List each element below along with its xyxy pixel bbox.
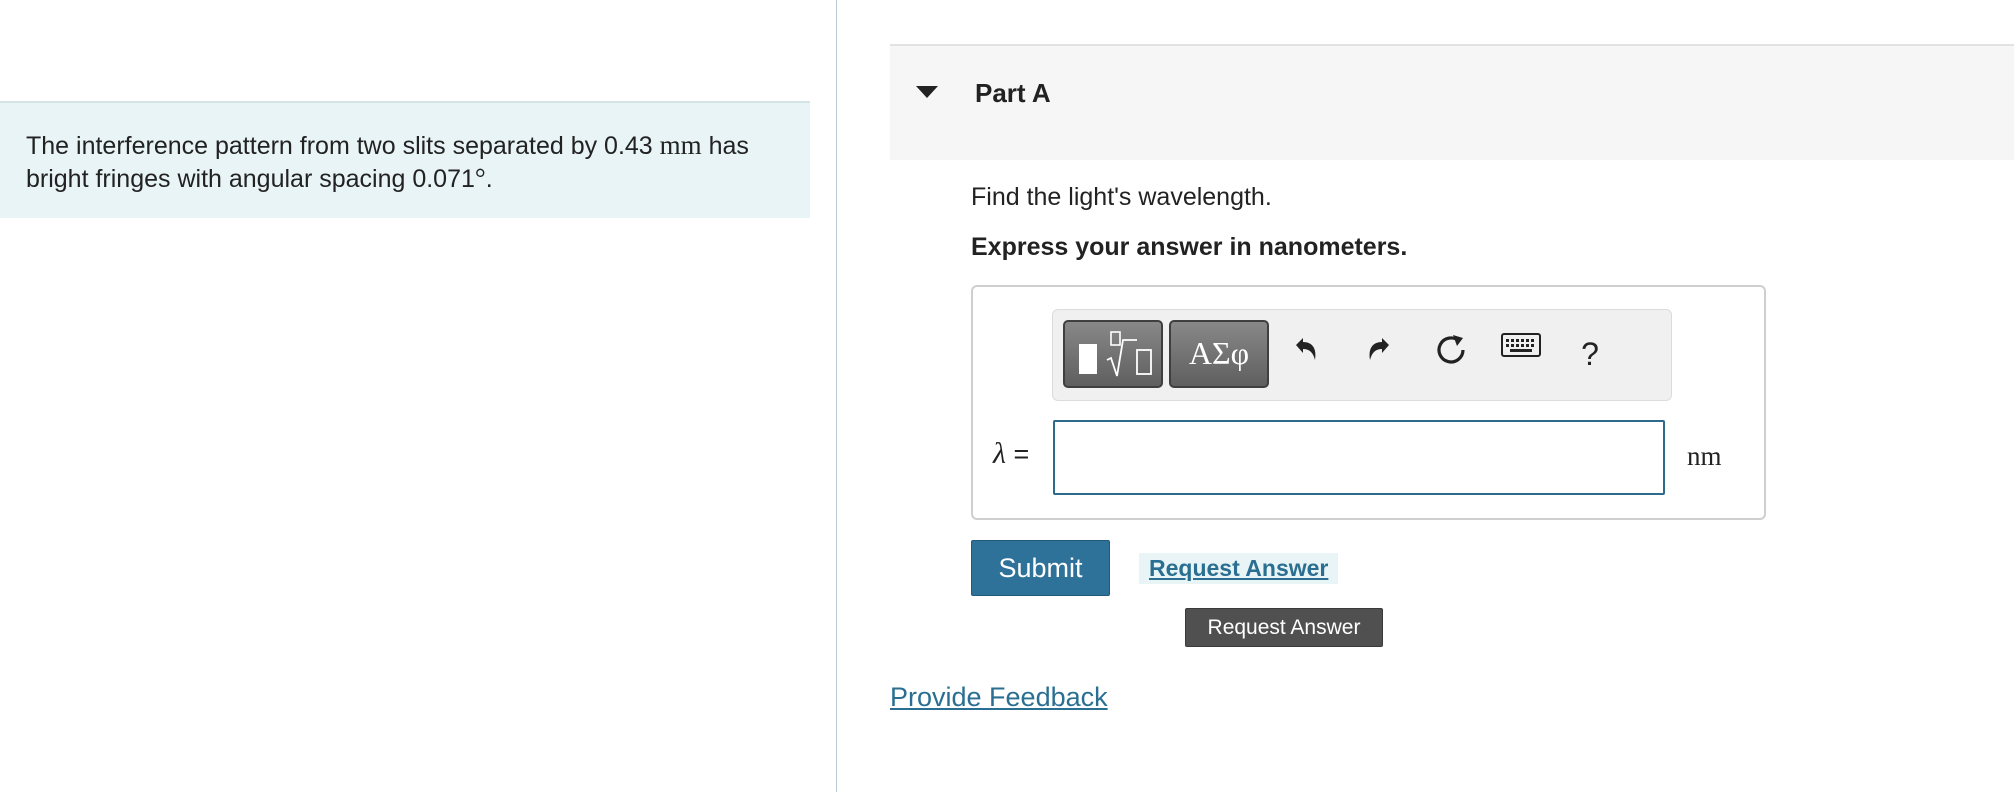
redo-icon[interactable] bbox=[1358, 332, 1402, 376]
help-button[interactable]: ? bbox=[1568, 332, 1612, 376]
undo-icon[interactable] bbox=[1283, 332, 1327, 376]
templates-icon bbox=[1079, 344, 1097, 374]
problem-text-before: The interference pattern from two slits … bbox=[26, 132, 660, 160]
provide-feedback-link[interactable]: Provide Feedback bbox=[890, 682, 1108, 713]
keyboard-icon[interactable] bbox=[1499, 332, 1543, 376]
reset-icon[interactable] bbox=[1429, 332, 1473, 376]
submit-button[interactable]: Submit bbox=[971, 540, 1110, 596]
math-toolbar: ΑΣφ ? bbox=[1052, 309, 1672, 401]
part-header[interactable]: Part A bbox=[890, 44, 2014, 160]
instruction-text: Express your answer in nanometers. bbox=[971, 233, 1408, 261]
problem-unit-mm: mm bbox=[659, 130, 702, 160]
answer-input[interactable] bbox=[1053, 420, 1665, 495]
question-text: Find the light's wavelength. bbox=[971, 183, 1272, 211]
caret-down-icon[interactable] bbox=[916, 86, 938, 98]
panel-divider bbox=[836, 0, 837, 792]
answer-box: ΑΣφ ? λ = nm bbox=[971, 285, 1766, 520]
request-answer-tooltip: Request Answer bbox=[1185, 608, 1383, 647]
problem-statement: The interference pattern from two slits … bbox=[26, 129, 786, 195]
variable-label: λ = bbox=[993, 437, 1029, 471]
page: The interference pattern from two slits … bbox=[0, 0, 2014, 792]
problem-degree: ° bbox=[474, 163, 486, 193]
lambda-symbol: λ bbox=[993, 437, 1006, 470]
request-answer-link[interactable]: Request Answer bbox=[1139, 553, 1339, 584]
equals-sign: = bbox=[1006, 439, 1030, 469]
problem-panel: The interference pattern from two slits … bbox=[0, 101, 810, 218]
problem-period: . bbox=[485, 165, 493, 193]
greek-symbols-button[interactable]: ΑΣφ bbox=[1169, 320, 1269, 388]
templates-button[interactable] bbox=[1063, 320, 1163, 388]
part-title: Part A bbox=[975, 78, 1051, 108]
sqrt-icon bbox=[1106, 331, 1152, 377]
unit-label: nm bbox=[1687, 441, 1722, 471]
